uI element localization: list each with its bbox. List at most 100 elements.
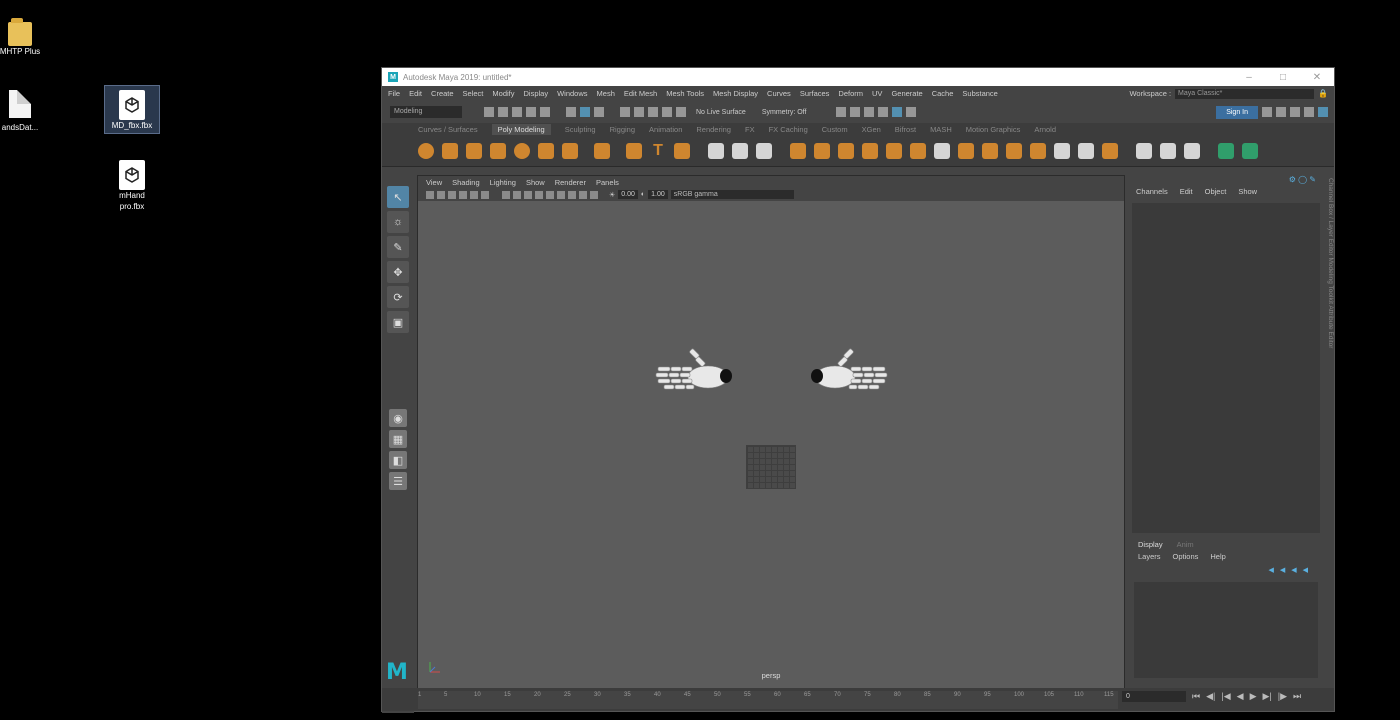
modeling-toolkit-icon[interactable] [1262, 107, 1272, 117]
shelf-tab-animation[interactable]: Animation [649, 125, 682, 134]
minimize-icon[interactable]: – [1232, 72, 1266, 83]
new-scene-icon[interactable] [484, 107, 494, 117]
select-component-icon[interactable] [594, 107, 604, 117]
menu-select[interactable]: Select [463, 89, 484, 98]
poly-cube-icon[interactable] [442, 143, 458, 159]
outliner-layout-icon[interactable]: ☰ [389, 472, 407, 490]
attribute-editor-icon[interactable] [1290, 107, 1300, 117]
center-pivot-icon[interactable] [1078, 143, 1094, 159]
channel-box-icon[interactable] [1318, 107, 1328, 117]
four-view-layout-icon[interactable]: ▦ [389, 430, 407, 448]
menu-cache[interactable]: Cache [932, 89, 954, 98]
menu-generate[interactable]: Generate [891, 89, 922, 98]
auto-unwrap-icon[interactable] [1184, 143, 1200, 159]
freeze-transform-icon[interactable] [1102, 143, 1118, 159]
step-back-frame-icon[interactable]: |◀ [1221, 691, 1230, 702]
layer-options-menu[interactable]: Options [1173, 552, 1199, 561]
shelf-tab-bifrost[interactable]: Bifrost [895, 125, 916, 134]
xray-icon[interactable] [590, 190, 598, 199]
panel-menu-shading[interactable]: Shading [452, 178, 480, 187]
scale-tool-icon[interactable]: ▣ [387, 311, 409, 333]
offset-edge-loop-icon[interactable] [982, 143, 998, 159]
workspace-select[interactable]: Maya Classic* [1175, 88, 1315, 99]
panel-menu-renderer[interactable]: Renderer [555, 178, 586, 187]
film-gate-icon[interactable] [470, 190, 478, 199]
step-back-key-icon[interactable]: ◀| [1206, 691, 1215, 702]
menu-uv[interactable]: UV [872, 89, 882, 98]
image-plane-icon[interactable] [448, 190, 456, 199]
layer-list[interactable] [1134, 582, 1318, 678]
snap-view-icon[interactable] [662, 107, 672, 117]
exposure-icon[interactable]: ☀ [609, 191, 615, 199]
bevel-icon[interactable] [862, 143, 878, 159]
extrude-icon[interactable] [814, 143, 830, 159]
right-hand-model[interactable] [803, 337, 893, 397]
step-forward-frame-icon[interactable]: ▶| [1262, 691, 1271, 702]
camera-attributes-icon[interactable] [426, 190, 434, 199]
menu-mesh[interactable]: Mesh [597, 89, 615, 98]
shelf-tab-curves-surfaces[interactable]: Curves / Surfaces [418, 125, 478, 134]
exposure-field[interactable]: 0.00 [618, 190, 638, 199]
poly-disc-icon[interactable] [562, 143, 578, 159]
panel-menu-lighting[interactable]: Lighting [490, 178, 516, 187]
paint-select-tool-icon[interactable]: ✎ [387, 236, 409, 258]
menu-mesh-display[interactable]: Mesh Display [713, 89, 758, 98]
menu-display[interactable]: Display [524, 89, 549, 98]
channel-edit-menu[interactable]: Edit [1180, 187, 1193, 196]
shelf-tab-mash[interactable]: MASH [930, 125, 952, 134]
select-object-icon[interactable] [580, 107, 590, 117]
uv-editor-icon[interactable] [1136, 143, 1152, 159]
layers-menu[interactable]: Layers [1138, 552, 1161, 561]
current-frame-field[interactable]: 0 [1122, 691, 1186, 702]
ipr-render-icon[interactable] [864, 107, 875, 117]
poly-sphere-icon[interactable] [418, 143, 434, 159]
poly-torus-icon[interactable] [514, 143, 530, 159]
lock-icon[interactable]: 🔒 [1318, 89, 1328, 98]
bridge-icon[interactable] [838, 143, 854, 159]
poly-cone-icon[interactable] [490, 143, 506, 159]
smooth-shade-icon[interactable] [513, 190, 521, 199]
smooth-icon[interactable] [756, 143, 772, 159]
menu-surfaces[interactable]: Surfaces [800, 89, 830, 98]
poly-plane-icon[interactable] [538, 143, 554, 159]
separate-icon[interactable] [732, 143, 748, 159]
channel-box-body[interactable] [1132, 203, 1320, 533]
rotate-tool-icon[interactable]: ⟳ [387, 286, 409, 308]
shelf-editor-icon[interactable] [1218, 143, 1234, 159]
append-polygon-icon[interactable] [910, 143, 926, 159]
desktop-icon-handsdat[interactable]: andsDat... [0, 90, 60, 133]
render-view-icon[interactable] [836, 107, 847, 117]
textured-icon[interactable] [524, 190, 532, 199]
poly-platonic-icon[interactable] [594, 143, 610, 159]
svg-icon[interactable] [674, 143, 690, 159]
render-settings-icon[interactable] [878, 107, 889, 117]
snap-grid-icon[interactable] [620, 107, 630, 117]
layer-tab-display[interactable]: Display [1138, 540, 1163, 549]
desktop-icon-mhtp-plus[interactable]: MHTP Plus [0, 18, 60, 57]
layer-tab-anim[interactable]: Anim [1177, 540, 1194, 549]
menu-substance[interactable]: Substance [962, 89, 997, 98]
menu-edit-mesh[interactable]: Edit Mesh [624, 89, 657, 98]
shelf-tab-arnold[interactable]: Arnold [1034, 125, 1056, 134]
maximize-icon[interactable]: □ [1266, 72, 1300, 83]
step-forward-key-icon[interactable]: |▶ [1278, 691, 1287, 702]
persp-outliner-layout-icon[interactable]: ◧ [389, 451, 407, 469]
super-shape-icon[interactable] [626, 143, 642, 159]
shelf-tab-rendering[interactable]: Rendering [696, 125, 731, 134]
bookmark-icon[interactable] [437, 190, 445, 199]
gamma-icon[interactable]: ◐ [641, 191, 645, 198]
panel-menu-view[interactable]: View [426, 178, 442, 187]
resolution-gate-icon[interactable] [481, 190, 489, 199]
wireframe-icon[interactable] [502, 190, 510, 199]
reverse-normals-icon[interactable] [1054, 143, 1070, 159]
shelf-menu-icon[interactable] [1242, 143, 1258, 159]
fill-hole-icon[interactable] [886, 143, 902, 159]
target-weld-icon[interactable] [1006, 143, 1022, 159]
boolean-icon[interactable] [790, 143, 806, 159]
shelf-tab-poly-modeling[interactable]: Poly Modeling [491, 124, 551, 135]
menu-modify[interactable]: Modify [492, 89, 514, 98]
poly-text-icon[interactable]: T [650, 143, 666, 159]
left-hand-model[interactable] [650, 337, 740, 397]
snap-curve-icon[interactable] [634, 107, 644, 117]
select-hierarchy-icon[interactable] [566, 107, 576, 117]
